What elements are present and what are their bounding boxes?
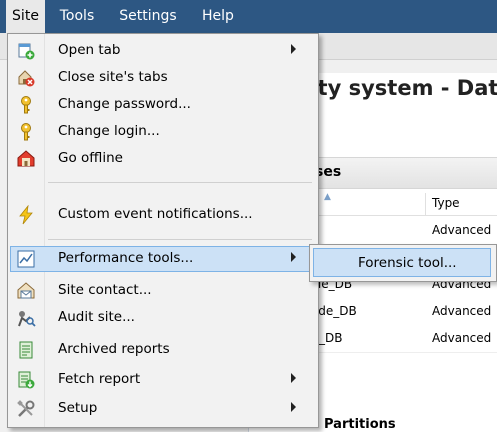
lightning-icon: [19, 205, 33, 225]
column-divider: [425, 193, 426, 215]
menu-item-label: Forensic tool...: [358, 255, 457, 271]
performance-chart-icon: [17, 250, 35, 268]
menu-tools[interactable]: Tools: [48, 0, 106, 33]
menu-item-label: Close site's tabs: [58, 69, 168, 85]
menu-item-label: Fetch report: [58, 371, 141, 387]
go-offline-icon: [17, 150, 35, 167]
site-contact-icon: [17, 282, 35, 299]
menu-item-label: Performance tools...: [58, 250, 194, 266]
archive-icon: [19, 341, 33, 359]
menu-bar: Site Tools Settings Help: [0, 0, 497, 33]
submenu-arrow-icon: [291, 44, 296, 54]
key-icon: [21, 123, 31, 141]
menu-item-label: Audit site...: [58, 309, 135, 325]
audit-icon: [18, 311, 36, 327]
submenu-arrow-icon: [291, 252, 296, 262]
menu-item-label: Site contact...: [58, 282, 152, 298]
menu-item-label: Change login...: [58, 123, 160, 139]
submenu-arrow-icon: [291, 373, 296, 383]
row-type: Advanced: [432, 304, 492, 318]
menu-item-site-contact[interactable]: Site contact...: [10, 278, 316, 304]
menu-item-archived-reports[interactable]: Archived reports: [10, 337, 316, 363]
menu-item-label: Setup: [58, 400, 98, 416]
menu-item-setup[interactable]: Setup: [10, 396, 316, 422]
menu-separator: [48, 182, 312, 183]
menu-item-change-login[interactable]: Change login...: [10, 119, 316, 145]
menu-item-label: Archived reports: [58, 341, 170, 357]
menu-item-label: Change password...: [58, 96, 191, 112]
menu-item-go-offline[interactable]: Go offline: [10, 146, 316, 172]
menu-item-audit-site[interactable]: Audit site...: [10, 305, 316, 331]
tools-icon: [17, 400, 35, 417]
menu-item-custom-event-notifications[interactable]: Custom event notifications...: [10, 202, 316, 228]
submenu-arrow-icon: [291, 402, 296, 412]
site-dropdown-menu: Open tab Close site's tabs Change passwo…: [7, 33, 319, 428]
menu-site[interactable]: Site: [6, 0, 45, 33]
row-type: Advanced: [432, 331, 492, 345]
menu-item-forensic-tool[interactable]: Forensic tool...: [313, 248, 491, 277]
open-tab-icon: [18, 43, 35, 60]
column-header-type[interactable]: Type: [432, 196, 460, 210]
menu-item-fetch-report[interactable]: Fetch report: [10, 367, 316, 393]
menu-item-label: Custom event notifications...: [58, 206, 253, 222]
menu-item-open-tab[interactable]: Open tab: [10, 38, 316, 64]
menu-item-close-sites-tabs[interactable]: Close site's tabs: [10, 65, 316, 91]
close-tabs-icon: [18, 70, 35, 87]
menu-item-label: Go offline: [58, 150, 123, 166]
performance-tools-submenu: Forensic tool...: [309, 244, 497, 282]
fetch-report-icon: [18, 371, 35, 389]
page-title: rity system - Dat: [300, 76, 497, 100]
partitions-section-title: Partitions: [324, 417, 396, 432]
sort-ascending-icon: ▲: [324, 192, 331, 202]
menu-settings[interactable]: Settings: [106, 0, 190, 33]
menu-help[interactable]: Help: [192, 0, 244, 33]
key-icon: [21, 96, 31, 114]
row-type: Advanced: [432, 223, 492, 237]
menu-item-label: Open tab: [58, 42, 121, 58]
menu-item-change-password[interactable]: Change password...: [10, 92, 316, 118]
menu-separator: [48, 239, 312, 240]
menu-item-performance-tools[interactable]: Performance tools...: [10, 246, 316, 272]
